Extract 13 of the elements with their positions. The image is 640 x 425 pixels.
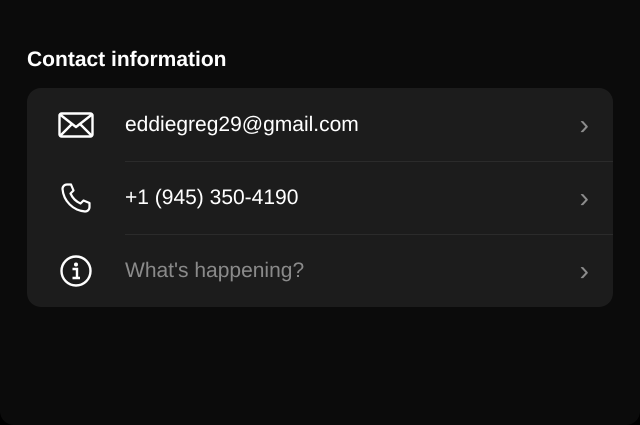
chevron-icon: ›	[580, 257, 589, 285]
chevron-icon: ›	[580, 110, 589, 138]
contact-row[interactable]: +1 (945) 350-4190 ›	[27, 161, 613, 234]
row-value: eddiegreg29@gmail.com	[125, 112, 360, 136]
row-placeholder: What's happening?	[125, 259, 306, 283]
row-value: +1 (945) 350-4190	[125, 186, 300, 210]
envelope-icon	[58, 112, 94, 138]
phone-icon	[60, 182, 92, 214]
info-icon	[60, 254, 92, 286]
section-title: Contact information	[27, 47, 228, 73]
contact-row[interactable]: What's happening? ›	[27, 234, 613, 307]
contact-row[interactable]: eddiegreg29@gmail.com ›	[27, 88, 613, 161]
chevron-icon: ›	[580, 184, 589, 212]
